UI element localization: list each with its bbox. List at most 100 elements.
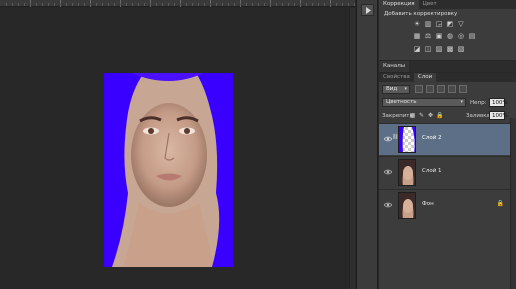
color-lookup-icon[interactable]: ▤ bbox=[468, 32, 476, 40]
lock-transparent-icon[interactable]: ▦ bbox=[409, 112, 416, 119]
visibility-eye-icon[interactable] bbox=[384, 202, 392, 208]
opacity-input[interactable]: 100% bbox=[489, 98, 508, 107]
ruler-minor-tick bbox=[240, 3, 241, 6]
ruler-minor-tick bbox=[318, 3, 319, 6]
brightness-icon[interactable]: ☀ bbox=[413, 20, 421, 28]
ruler-minor-tick bbox=[312, 3, 313, 6]
vibrance-icon[interactable]: ▽ bbox=[457, 20, 465, 28]
ruler-minor-tick bbox=[180, 3, 181, 6]
tab-color[interactable]: Цвет bbox=[419, 0, 441, 9]
color-balance-icon[interactable]: ⚖ bbox=[424, 32, 432, 40]
gradient-map-icon[interactable]: ▩ bbox=[446, 45, 454, 53]
filter-smart-object-icon[interactable] bbox=[459, 85, 467, 93]
ruler-minor-tick bbox=[354, 3, 355, 6]
ruler-minor-tick bbox=[210, 3, 211, 6]
layer-name[interactable]: Фон bbox=[422, 201, 434, 207]
filter-type-icon[interactable] bbox=[437, 85, 445, 93]
chevron-down-icon: ▾ bbox=[404, 86, 407, 92]
ruler-minor-tick bbox=[120, 3, 121, 6]
ruler-minor-tick bbox=[24, 3, 25, 6]
ruler-minor-tick bbox=[234, 3, 235, 6]
adjustments-title: Добавить корректировку bbox=[384, 11, 458, 17]
ruler-minor-tick bbox=[72, 3, 73, 6]
canvas-scrollbar[interactable] bbox=[349, 8, 355, 289]
tab-layers[interactable]: Слои bbox=[413, 73, 437, 82]
ruler-minor-tick bbox=[282, 3, 283, 6]
ruler-minor-tick bbox=[330, 3, 331, 6]
ruler-minor-tick bbox=[198, 3, 199, 6]
fill-input[interactable]: 100% bbox=[489, 111, 508, 120]
hue-saturation-icon[interactable]: ▦ bbox=[413, 32, 421, 40]
threshold-icon[interactable]: ▨ bbox=[435, 45, 443, 53]
tab-properties[interactable]: Свойства bbox=[379, 73, 414, 82]
adjustment-icons-row-1: ☀ ▥ ◲ ◩ ▽ bbox=[413, 20, 465, 28]
filter-pixel-icon[interactable] bbox=[415, 85, 423, 93]
ruler-minor-tick bbox=[162, 3, 163, 6]
lock-icon: 🔒 bbox=[496, 200, 504, 207]
adjustment-icons-row-3: ◪ ◫ ▨ ▩ ▧ bbox=[413, 45, 465, 53]
face-thumbnail bbox=[399, 193, 415, 218]
ruler-minor-tick bbox=[42, 3, 43, 6]
tab-adjustments[interactable]: Коррекция bbox=[379, 0, 419, 9]
play-action-button[interactable] bbox=[361, 4, 374, 16]
exposure-icon[interactable]: ◩ bbox=[446, 20, 454, 28]
lock-position-icon[interactable]: ✥ bbox=[427, 112, 434, 119]
ruler-minor-tick bbox=[228, 3, 229, 6]
layer-row-1[interactable]: Слой 1 bbox=[379, 156, 510, 188]
ruler-minor-tick bbox=[270, 3, 271, 6]
black-white-icon[interactable]: ▣ bbox=[435, 32, 443, 40]
ruler-minor-tick bbox=[12, 3, 13, 6]
visibility-eye-icon[interactable] bbox=[384, 136, 392, 142]
portrait-photo bbox=[104, 73, 233, 267]
invert-icon[interactable]: ◪ bbox=[413, 45, 421, 53]
levels-icon[interactable]: ▥ bbox=[424, 20, 432, 28]
layer-row-background[interactable]: Фон 🔒 bbox=[379, 189, 510, 221]
layer-filter-select[interactable]: Вид ▾ bbox=[382, 85, 410, 94]
photo-filter-icon[interactable]: ◍ bbox=[446, 32, 454, 40]
layer-name[interactable]: Слой 2 bbox=[422, 135, 442, 141]
ruler-minor-tick bbox=[114, 3, 115, 6]
lock-image-icon[interactable]: ✎ bbox=[418, 112, 425, 119]
ruler-minor-tick bbox=[6, 3, 7, 6]
layer-row-2[interactable]: ⛓ Слой 2 bbox=[379, 123, 510, 155]
ruler-minor-tick bbox=[258, 3, 259, 6]
ruler-minor-tick bbox=[276, 3, 277, 6]
filter-adjustment-icon[interactable] bbox=[426, 85, 434, 93]
ruler-minor-tick bbox=[174, 3, 175, 6]
ruler-minor-tick bbox=[336, 3, 337, 6]
ruler-minor-tick bbox=[48, 3, 49, 6]
adjustments-panel: Коррекция Цвет Добавить корректировку ☀ … bbox=[379, 0, 516, 60]
tab-channels[interactable]: Каналы bbox=[379, 61, 410, 72]
ruler-minor-tick bbox=[342, 3, 343, 6]
layers-scrollbar[interactable] bbox=[510, 118, 516, 289]
ruler-minor-tick bbox=[78, 3, 79, 6]
top-ruler bbox=[0, 0, 355, 7]
play-icon bbox=[366, 7, 371, 14]
layer-name[interactable]: Слой 1 bbox=[422, 168, 442, 174]
ruler-minor-tick bbox=[306, 3, 307, 6]
blend-mode-select[interactable]: Цветность ▾ bbox=[382, 98, 466, 107]
ruler-minor-tick bbox=[222, 3, 223, 6]
ruler-minor-tick bbox=[264, 3, 265, 6]
ruler-minor-tick bbox=[66, 3, 67, 6]
layer-thumbnail-mask bbox=[398, 126, 416, 153]
selective-color-icon[interactable]: ▧ bbox=[457, 45, 465, 53]
ruler-minor-tick bbox=[96, 3, 97, 6]
visibility-eye-icon[interactable] bbox=[384, 169, 392, 175]
ruler-minor-tick bbox=[294, 3, 295, 6]
ruler-minor-tick bbox=[252, 3, 253, 6]
layer-thumbnail-face bbox=[398, 159, 416, 186]
curves-icon[interactable]: ◲ bbox=[435, 20, 443, 28]
layers-panel: Свойства Слои Вид ▾ Цветность ▾ Непр: 10… bbox=[379, 73, 516, 289]
lock-all-icon[interactable]: 🔒 bbox=[436, 112, 443, 119]
ruler-minor-tick bbox=[192, 3, 193, 6]
layer-filter-value: Вид bbox=[386, 86, 398, 92]
ruler-minor-tick bbox=[30, 3, 31, 6]
ruler-minor-tick bbox=[138, 3, 139, 6]
posterize-icon[interactable]: ◫ bbox=[424, 45, 432, 53]
channel-mixer-icon[interactable]: ◎ bbox=[457, 32, 465, 40]
layers-tabbar: Свойства Слои bbox=[379, 73, 516, 82]
ruler-minor-tick bbox=[36, 3, 37, 6]
filter-shape-icon[interactable] bbox=[448, 85, 456, 93]
ruler-minor-tick bbox=[108, 3, 109, 6]
